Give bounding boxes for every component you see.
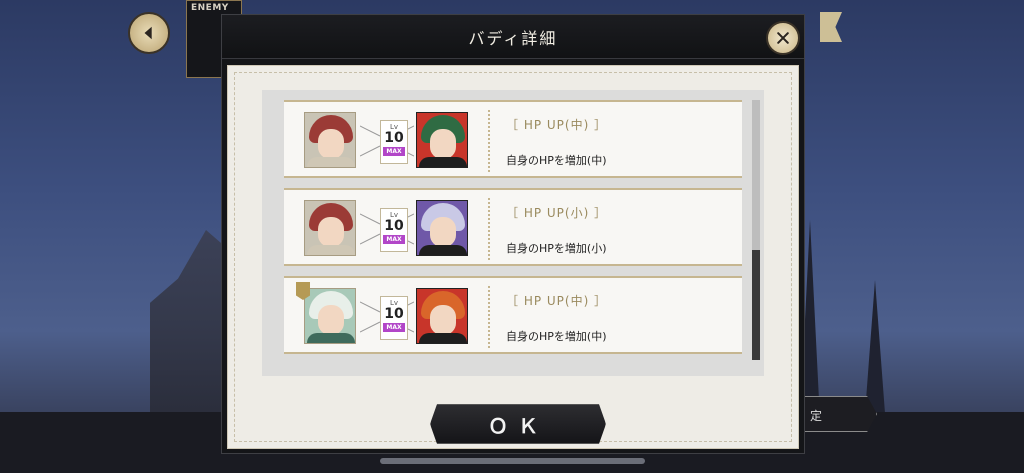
level-value: 10 <box>384 306 404 322</box>
buddy-row[interactable]: Lv 10 MAX ［ HP UP(小) ］ 自身のHPを増加(小) <box>284 188 742 266</box>
level-box: Lv 10 MAX <box>380 208 408 252</box>
max-badge: MAX <box>383 235 405 244</box>
buddy-list[interactable]: Lv 10 MAX ［ HP UP(中) ］ 自身のHPを増加(中) Lv 10… <box>262 90 764 376</box>
divider <box>488 198 490 260</box>
enemy-label: ENEMY <box>191 3 229 13</box>
scrollbar-thumb[interactable] <box>752 250 760 360</box>
modal-header: バディ詳細 <box>222 15 804 59</box>
character-portrait-left <box>304 112 356 168</box>
ok-button[interactable]: ＯＫ <box>430 404 606 444</box>
buddy-row[interactable]: Lv 10 MAX ［ HP UP(中) ］ 自身のHPを増加(中) <box>284 276 742 354</box>
modal-body: Lv 10 MAX ［ HP UP(中) ］ 自身のHPを増加(中) Lv 10… <box>227 65 799 449</box>
level-box: Lv 10 MAX <box>380 296 408 340</box>
skill-name: ［ HP UP(中) ］ <box>506 118 608 132</box>
close-icon <box>777 32 789 44</box>
background-button: 定 <box>795 396 877 432</box>
character-portrait-left <box>304 200 356 256</box>
modal-title: バディ詳細 <box>468 28 558 48</box>
level-box: Lv 10 MAX <box>380 120 408 164</box>
back-button[interactable] <box>128 12 170 54</box>
scrollbar[interactable] <box>752 100 760 360</box>
skill-description: 自身のHPを増加(中) <box>506 154 607 167</box>
level-value: 10 <box>384 218 404 234</box>
home-indicator <box>380 458 645 464</box>
level-value: 10 <box>384 130 404 146</box>
divider <box>488 110 490 172</box>
skill-name: ［ HP UP(小) ］ <box>506 206 608 220</box>
skill-description: 自身のHPを増加(中) <box>506 330 607 343</box>
character-portrait-right <box>416 288 468 344</box>
max-badge: MAX <box>383 323 405 332</box>
skill-name: ［ HP UP(中) ］ <box>506 294 608 308</box>
character-portrait-right <box>416 200 468 256</box>
skill-description: 自身のHPを増加(小) <box>506 242 607 255</box>
max-badge: MAX <box>383 147 405 156</box>
buddy-detail-modal: バディ詳細 Lv 10 MAX ［ HP UP(中) ］ 自身のHPを増加(中)… <box>221 14 805 454</box>
close-button[interactable] <box>766 21 800 55</box>
top-banner-edge <box>820 12 842 42</box>
character-portrait-right <box>416 112 468 168</box>
divider <box>488 286 490 348</box>
character-portrait-left <box>304 288 356 344</box>
chevron-left-icon <box>144 26 152 40</box>
buddy-row[interactable]: Lv 10 MAX ［ HP UP(中) ］ 自身のHPを増加(中) <box>284 100 742 178</box>
